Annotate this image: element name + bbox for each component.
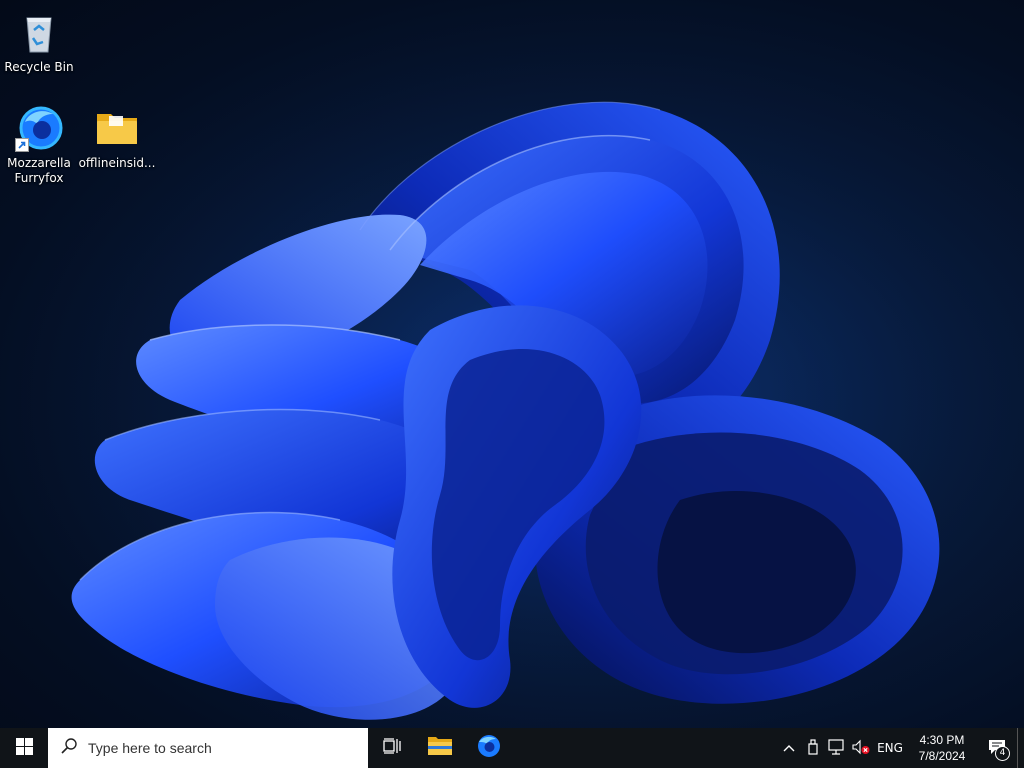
task-view-icon — [383, 738, 401, 758]
browser-fox-icon — [15, 104, 63, 152]
desktop[interactable]: Recycle Bin Mozzarella Furryfox offlinei… — [0, 0, 1024, 728]
search-placeholder: Type here to search — [88, 740, 212, 756]
show-desktop-button[interactable] — [1017, 728, 1024, 768]
clock-time: 4:30 PM — [919, 733, 965, 747]
search-box[interactable]: Type here to search — [48, 728, 368, 768]
file-explorer-taskbar-button[interactable] — [416, 728, 464, 768]
search-icon — [60, 737, 78, 759]
desktop-icon-mozzarella-furryfox[interactable]: Mozzarella Furryfox — [1, 104, 77, 186]
desktop-icon-recycle-bin[interactable]: Recycle Bin — [1, 8, 77, 75]
input-language-indicator[interactable]: ENG — [873, 728, 907, 768]
show-hidden-icons-button[interactable] — [777, 728, 801, 768]
browser-fox-icon — [475, 733, 501, 763]
desktop-icon-label: offlineinsid... — [78, 156, 156, 170]
volume-tray-button[interactable] — [849, 728, 873, 768]
volume-muted-icon — [852, 739, 870, 758]
system-tray: ENG 4:30 PM 7/8/2024 4 — [777, 728, 1024, 768]
chevron-up-icon — [783, 741, 795, 755]
desktop-icon-label: Recycle Bin — [4, 60, 74, 74]
folder-icon — [93, 104, 141, 152]
recycle-bin-icon — [15, 8, 63, 56]
network-tray-button[interactable] — [825, 728, 849, 768]
clock-date: 7/8/2024 — [918, 749, 966, 763]
shortcut-arrow-icon — [15, 138, 29, 152]
action-center-button[interactable]: 4 — [977, 728, 1017, 768]
desktop-icon-offlineinsider-folder[interactable]: offlineinsid... — [79, 104, 155, 171]
folder-icon — [427, 735, 453, 761]
notification-count-badge: 4 — [995, 746, 1010, 761]
network-icon — [828, 738, 846, 758]
start-button[interactable] — [0, 728, 48, 768]
usb-device-tray-button[interactable] — [801, 728, 825, 768]
desktop-icon-label: Mozzarella Furryfox — [7, 156, 71, 185]
clock[interactable]: 4:30 PM 7/8/2024 — [907, 728, 977, 768]
taskbar: Type here to search ENG 4:30 PM 7/8/2024… — [0, 728, 1024, 768]
mozzarella-furryfox-taskbar-button[interactable] — [464, 728, 512, 768]
usb-device-icon — [808, 738, 818, 758]
task-view-button[interactable] — [368, 728, 416, 768]
windows-logo-icon — [15, 737, 33, 759]
